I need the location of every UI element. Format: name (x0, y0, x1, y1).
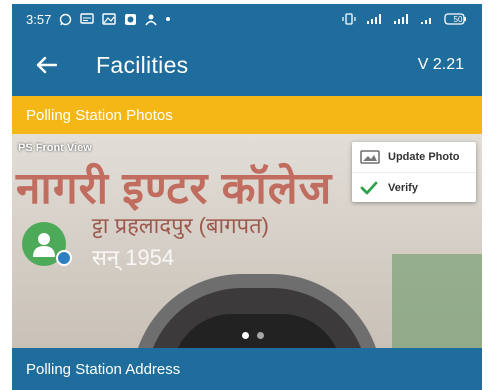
carousel-dot[interactable] (257, 332, 264, 339)
photo-label: PS Front View (18, 142, 92, 154)
status-bar: 3:57 50 (12, 4, 482, 34)
verify-button[interactable]: Verify (352, 172, 476, 202)
photos-section-header: Polling Station Photos (12, 96, 482, 134)
photo-sign-line-1: नागरी इण्टर कॉलेज (16, 164, 333, 213)
arrow-left-icon (36, 56, 57, 74)
carousel-indicator (242, 332, 264, 339)
photo-options-menu: Update Photo Verify (352, 142, 476, 202)
battery-level: 50 (453, 14, 463, 24)
update-photo-label: Update Photo (388, 151, 460, 163)
status-time: 3:57 (26, 11, 52, 27)
wifi-signal-icon (419, 13, 435, 25)
person-icon (33, 233, 55, 257)
status-left: 3:57 (26, 12, 171, 27)
gallery-icon (102, 13, 117, 25)
status-right: 50 (342, 13, 468, 25)
app-icon (124, 13, 137, 26)
whatsapp-icon (59, 13, 72, 26)
verify-label: Verify (388, 181, 418, 194)
address-section-header: Polling Station Address (12, 348, 482, 390)
check-icon (360, 181, 382, 195)
photo-sign-line-3: सन् 1954 (92, 245, 175, 270)
person-icon (145, 13, 157, 26)
version-label: V 2.21 (417, 56, 464, 73)
signal-icon (392, 13, 410, 25)
update-photo-button[interactable]: Update Photo (352, 142, 476, 172)
page-title: Facilities (96, 51, 189, 78)
avatar-badge-icon (56, 250, 72, 266)
photo-icon (360, 150, 382, 164)
photo-sign-line-2: ट्टा प्रहलादपुर (बागपत) (92, 213, 270, 238)
back-button[interactable] (30, 49, 62, 81)
app-bar: Facilities V 2.21 (12, 34, 482, 96)
photo-background-band (392, 254, 482, 348)
carousel-dot[interactable] (242, 332, 249, 339)
message-icon (80, 13, 95, 25)
notification-dot-icon (165, 16, 171, 22)
signal-volte-icon (365, 13, 383, 25)
vibrate-icon (342, 13, 356, 25)
